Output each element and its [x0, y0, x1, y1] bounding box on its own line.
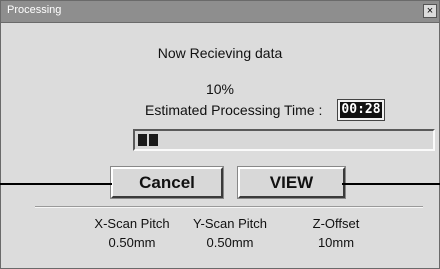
title-bar[interactable]: Processing × — [1, 1, 439, 23]
window-title: Processing — [7, 4, 62, 16]
estimated-time-display: 00:28 — [337, 99, 385, 121]
z-offset: Z-Offset 10mm — [286, 216, 386, 250]
cancel-button[interactable]: Cancel — [110, 166, 224, 199]
processing-dialog: Processing × Now Recieving data 10% Esti… — [0, 0, 440, 269]
x-scan-pitch: X-Scan Pitch 0.50mm — [77, 216, 187, 250]
status-message: Now Recieving data — [157, 45, 283, 61]
y-scan-pitch-label: Y-Scan Pitch — [193, 216, 267, 231]
progress-segment — [149, 134, 158, 146]
x-scan-pitch-label: X-Scan Pitch — [94, 216, 170, 231]
y-scan-pitch-value: 0.50mm — [206, 235, 254, 250]
close-button[interactable]: × — [423, 4, 437, 18]
cancel-callout-line — [0, 183, 112, 185]
y-scan-pitch: Y-Scan Pitch 0.50mm — [175, 216, 285, 250]
estimated-time-label: Estimated Processing Time : — [145, 102, 323, 118]
progress-segment — [138, 134, 147, 146]
view-callout-line — [342, 183, 440, 185]
x-scan-pitch-value: 0.50mm — [108, 235, 156, 250]
view-button[interactable]: VIEW — [237, 166, 346, 199]
z-offset-value: 10mm — [317, 235, 355, 250]
progress-bar-fill — [138, 134, 158, 146]
progress-percent: 10% — [205, 81, 235, 97]
z-offset-label: Z-Offset — [312, 216, 360, 231]
progress-bar — [133, 129, 435, 151]
divider — [35, 206, 423, 208]
